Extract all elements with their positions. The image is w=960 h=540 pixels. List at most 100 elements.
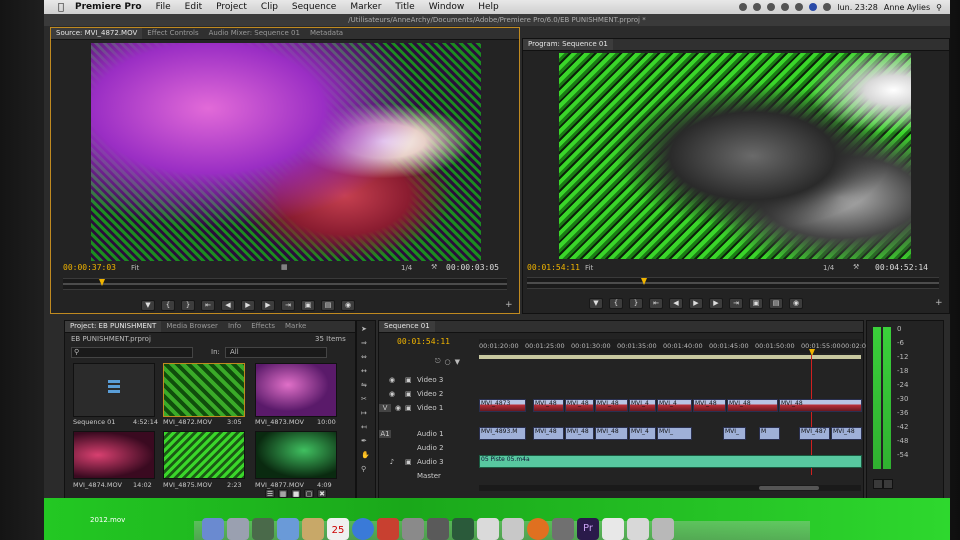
work-area-bar[interactable]	[479, 355, 861, 359]
ripple-edit-tool-icon[interactable]: ⇔	[361, 353, 367, 361]
source-wrench-icon[interactable]: ⚒	[431, 263, 437, 271]
thumb-mvi-4873[interactable]	[255, 363, 337, 417]
speaker-icon[interactable]: ♪	[379, 458, 405, 466]
iphoto-icon[interactable]	[402, 518, 424, 540]
eye-icon[interactable]: ◉	[379, 376, 405, 384]
play-icon[interactable]: ▶	[241, 300, 255, 311]
finder-icon[interactable]	[202, 518, 224, 540]
go-to-out-icon[interactable]: ⇥	[281, 300, 295, 311]
video-clip[interactable]: MVI_4	[629, 399, 656, 412]
video-clip[interactable]: MVI_48	[727, 399, 778, 412]
wifi-icon[interactable]	[781, 3, 790, 11]
audio-clip[interactable]: MVI_48	[831, 427, 862, 440]
program-go-to-in-icon[interactable]: ⇤	[649, 298, 663, 309]
audio-clip[interactable]: MVI_48	[533, 427, 564, 440]
eye-icon[interactable]: ◉	[379, 390, 405, 398]
timeline-scroll-thumb[interactable]	[759, 486, 819, 490]
icon-view-icon[interactable]: ▦	[278, 489, 288, 498]
flag-icon[interactable]	[809, 3, 818, 11]
sync-icon[interactable]	[739, 3, 748, 11]
preview-icon[interactable]	[477, 518, 499, 540]
tab-program[interactable]: Program: Sequence 01	[523, 39, 613, 50]
audio-clip[interactable]: MVI_487	[799, 427, 830, 440]
track-video-2[interactable]: ◉ ▣ Video 2	[379, 387, 479, 400]
program-scrub-bar[interactable]	[527, 277, 939, 289]
new-bin-icon[interactable]: ■	[291, 489, 301, 498]
thumb-mvi-4875[interactable]	[163, 431, 245, 479]
rate-stretch-tool-icon[interactable]: ⇋	[361, 381, 367, 389]
audio-clip[interactable]: MVI_48	[565, 427, 594, 440]
add-marker-icon[interactable]: ▼	[455, 358, 460, 366]
timeline-timecode[interactable]: 00:01:54:11	[397, 337, 450, 346]
apple-icon[interactable]: 	[54, 2, 68, 13]
tab-sequence-01[interactable]: Sequence 01	[379, 321, 435, 332]
go-to-in-icon[interactable]: ⇤	[201, 300, 215, 311]
solo-right-button[interactable]	[883, 479, 893, 489]
video-clip[interactable]: MVI_4873	[479, 399, 526, 412]
mark-in-icon[interactable]: {	[161, 300, 175, 311]
lock-icon[interactable]: ▣	[405, 376, 417, 384]
step-forward-icon[interactable]: ▶	[261, 300, 275, 311]
video-clip[interactable]: MVI_48	[533, 399, 564, 412]
overwrite-icon[interactable]: ▤	[321, 300, 335, 311]
audio-clip[interactable]: MVI_4893.M	[479, 427, 526, 440]
menu-project[interactable]: Project	[216, 2, 247, 12]
clock-icon[interactable]	[753, 3, 762, 11]
source-fit-select[interactable]: Fit	[131, 264, 139, 272]
contacts-icon[interactable]	[302, 518, 324, 540]
selection-tool-icon[interactable]: ➤	[361, 325, 367, 333]
menu-sequence[interactable]: Sequence	[292, 2, 336, 12]
tab-metadata[interactable]: Metadata	[305, 28, 348, 39]
menu-help[interactable]: Help	[478, 2, 499, 12]
v-target[interactable]: V	[379, 403, 391, 412]
video-clip[interactable]: MVI_48	[779, 399, 862, 412]
bluetooth-icon[interactable]	[767, 3, 776, 11]
lock-icon[interactable]: ▣	[405, 404, 417, 412]
itunes-icon[interactable]	[352, 518, 374, 540]
video-clip[interactable]: MVI_4	[657, 399, 692, 412]
thumb-mvi-4872[interactable]	[163, 363, 245, 417]
source-monitor[interactable]: Source: MVI_4872.MOV Effect Controls Aud…	[50, 27, 520, 314]
program-add-button-icon[interactable]: +	[935, 298, 943, 308]
extract-icon[interactable]: ▤	[769, 298, 783, 309]
step-back-icon[interactable]: ◀	[221, 300, 235, 311]
audio-clip[interactable]: MVI_48	[595, 427, 628, 440]
insert-icon[interactable]: ▣	[301, 300, 315, 311]
a1-target[interactable]: A1	[379, 429, 391, 438]
thumb-mvi-4874[interactable]	[73, 431, 155, 479]
tab-markers[interactable]: Marke	[280, 321, 311, 332]
source-add-button-icon[interactable]: +	[505, 300, 513, 310]
menu-file[interactable]: File	[156, 2, 171, 12]
program-monitor[interactable]: Program: Sequence 01 00:01:54:11 Fit 1/4…	[522, 38, 950, 314]
program-mark-out-icon[interactable]: }	[629, 298, 643, 309]
video-clip[interactable]: MVI_48	[595, 399, 628, 412]
rocket-icon[interactable]	[227, 518, 249, 540]
project-search-input[interactable]: ⚲	[71, 347, 193, 358]
track-audio-1[interactable]: A1 Audio 1	[379, 427, 479, 440]
program-export-frame-icon[interactable]: ◉	[789, 298, 803, 309]
audio-clip[interactable]: MVI_4	[629, 427, 656, 440]
menubar-user[interactable]: Anne Aylies	[884, 3, 930, 12]
list-view-icon[interactable]: ☰	[265, 489, 275, 498]
photo-icon[interactable]	[252, 518, 274, 540]
program-marker-icon[interactable]: ▼	[589, 298, 603, 309]
program-play-icon[interactable]: ▶	[689, 298, 703, 309]
video-clip[interactable]: MVI_48	[693, 399, 726, 412]
tab-audio-mixer[interactable]: Audio Mixer: Sequence 01	[204, 28, 305, 39]
document-icon[interactable]	[602, 518, 624, 540]
imovie-icon[interactable]	[427, 518, 449, 540]
timeline-panel[interactable]: Sequence 01 00:01:54:11 ⎋ ○ ▼ 00:01:20:0…	[378, 320, 870, 500]
slip-tool-icon[interactable]: ↦	[361, 409, 367, 417]
mark-out-icon[interactable]: }	[181, 300, 195, 311]
tab-media-browser[interactable]: Media Browser	[161, 321, 223, 332]
track-video-3[interactable]: ◉ ▣ Video 3	[379, 373, 479, 386]
in-select[interactable]: All	[225, 347, 327, 358]
audio-clip[interactable]: MVI_	[723, 427, 746, 440]
menu-window[interactable]: Window	[429, 2, 465, 12]
project-panel[interactable]: Project: EB PUNISHMENT Media Browser Inf…	[64, 320, 356, 500]
link-icon[interactable]: ○	[445, 358, 451, 366]
battery-icon[interactable]	[823, 3, 832, 11]
export-frame-icon[interactable]: ◉	[341, 300, 355, 311]
mail-icon[interactable]	[277, 518, 299, 540]
timeline-ruler[interactable]: 00:01:20:00 00:01:25:00 00:01:30:00 00:0…	[479, 339, 870, 353]
